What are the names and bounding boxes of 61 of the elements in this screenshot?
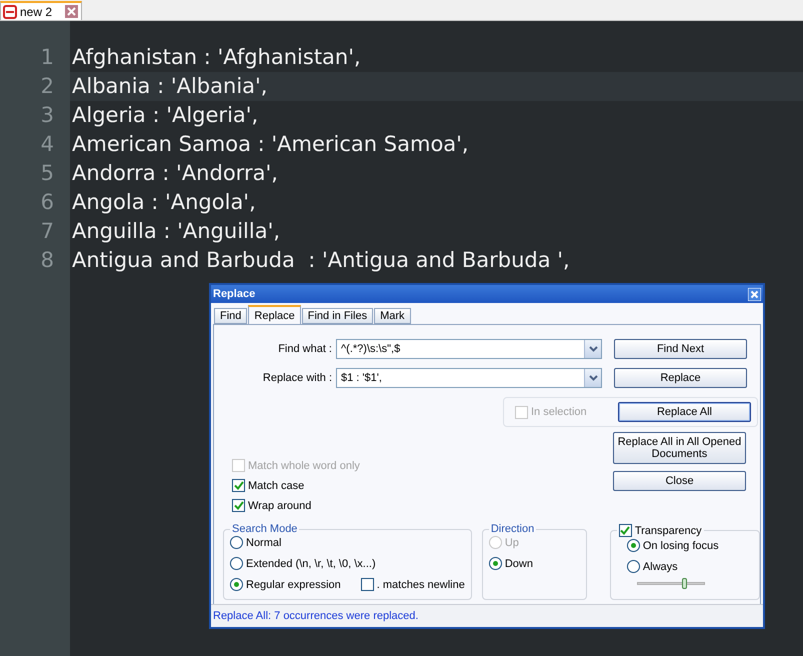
- checkbox[interactable]: [618, 524, 632, 537]
- dropdown-button[interactable]: [584, 369, 601, 387]
- radio-button[interactable]: [230, 536, 243, 549]
- line-number: 4: [40, 131, 55, 158]
- line-number: 1: [40, 44, 55, 71]
- slider-thumb[interactable]: [682, 578, 688, 589]
- line-number: 8: [40, 247, 55, 274]
- dialog-tab[interactable]: Find in Files: [302, 308, 374, 324]
- dialog-tab[interactable]: Replace: [248, 305, 301, 324]
- group-title: Search Mode: [231, 523, 298, 535]
- field-label: Replace with :: [262, 372, 333, 384]
- status-text: Replace All: 7 occurrences were replaced.: [213, 610, 418, 622]
- radio-option[interactable]: Extended (\n, \r, \t, \0, \x...): [230, 556, 465, 571]
- dialog-tab[interactable]: Mark: [374, 308, 411, 324]
- dialog-button[interactable]: Replace All: [618, 402, 751, 422]
- file-icon: [3, 4, 17, 18]
- dialog-button[interactable]: Replace: [614, 368, 747, 388]
- radio-option[interactable]: Down: [488, 556, 580, 571]
- checkbox-option[interactable]: Match case: [232, 478, 360, 493]
- checkbox[interactable]: [232, 499, 245, 512]
- checkbox[interactable]: [360, 578, 374, 591]
- checkbox[interactable]: [232, 479, 245, 492]
- code-line: Angola : 'Angola',: [71, 189, 257, 216]
- field-label: Find what :: [277, 343, 333, 355]
- transparency-option[interactable]: Transparency: [618, 523, 702, 538]
- chevron-icon: [588, 346, 598, 352]
- line-number: 6: [40, 189, 55, 216]
- radio-button[interactable]: [488, 557, 502, 570]
- dropdown-button[interactable]: [584, 340, 601, 358]
- code-line: Afghanistan : 'Afghanistan',: [71, 44, 362, 71]
- line-number: 2: [40, 73, 55, 100]
- radio-button[interactable]: [230, 578, 243, 591]
- dialog-button[interactable]: Replace All in All Opened Documents: [613, 432, 746, 464]
- dialog-button[interactable]: Find Next: [614, 339, 747, 359]
- close-icon[interactable]: [748, 288, 761, 300]
- radio-button[interactable]: [626, 560, 640, 573]
- radio-option[interactable]: Always: [626, 559, 753, 574]
- radio-button[interactable]: [230, 557, 243, 570]
- line-number: 5: [40, 160, 55, 187]
- chevron-icon: [588, 375, 598, 381]
- line-number: 3: [40, 102, 55, 129]
- code-line: Anguilla : 'Anguilla',: [71, 218, 282, 245]
- code-line: Algeria : 'Algeria',: [71, 102, 260, 129]
- radio-option[interactable]: Regular expression: [230, 577, 341, 592]
- dialog-tab[interactable]: Find: [214, 308, 248, 324]
- code-line: Andorra : 'Andorra',: [71, 160, 279, 187]
- line-number: 7: [40, 218, 55, 245]
- radio-button[interactable]: [626, 539, 640, 552]
- radio-option[interactable]: On losing focus: [626, 538, 753, 553]
- code-line: Antigua and Barbuda : 'Antigua and Barbuda ',: [71, 247, 571, 274]
- checkbox-option[interactable]: Wrap around: [232, 498, 360, 513]
- combo-field[interactable]: ^(.*?)\s:\s",$: [336, 339, 602, 359]
- combo-field[interactable]: $1 : '$1',: [336, 368, 602, 388]
- close-icon[interactable]: [65, 5, 78, 18]
- group-title: Direction: [490, 523, 536, 535]
- checkbox-option[interactable]: . matches newline: [360, 577, 465, 592]
- file-tab[interactable]: new 2: [0, 1, 82, 20]
- dialog-title: Replace: [213, 288, 256, 300]
- dialog-button[interactable]: Close: [613, 471, 746, 491]
- radio-option[interactable]: Normal: [230, 535, 465, 550]
- code-line: American Samoa : 'American Samoa',: [71, 131, 470, 158]
